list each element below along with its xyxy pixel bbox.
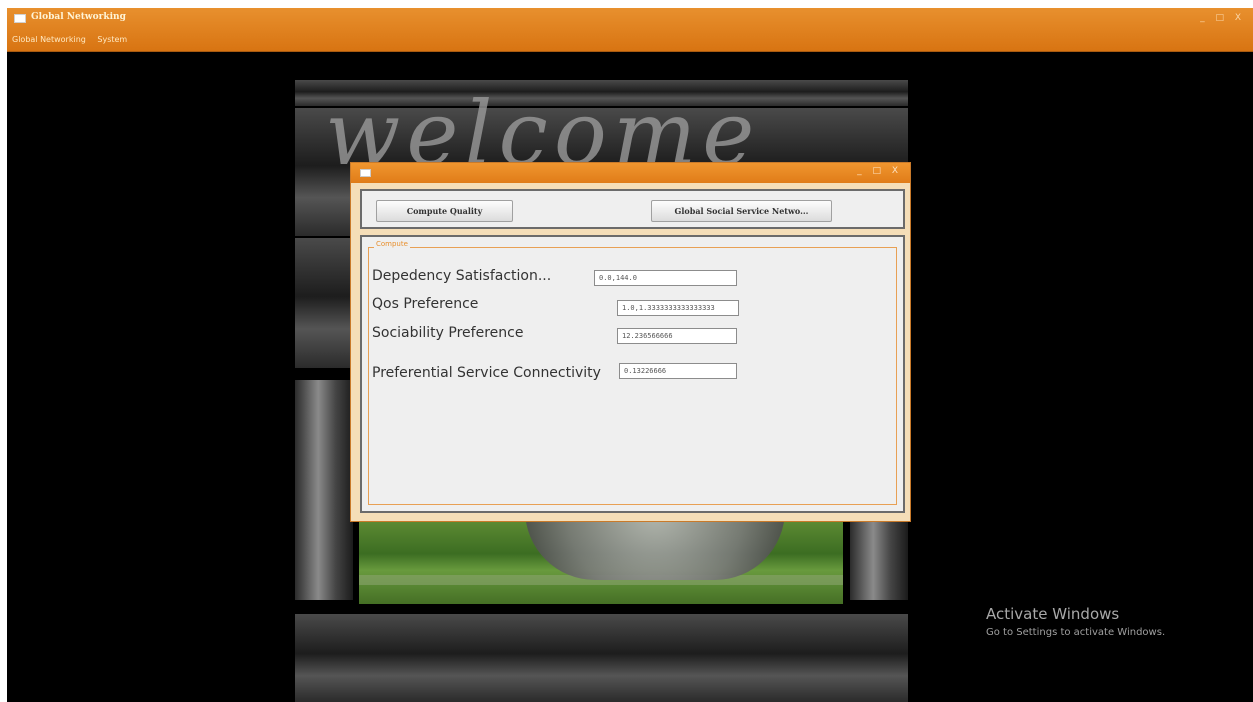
- qos-preference-field[interactable]: [617, 300, 739, 316]
- menubar: Global Networking System: [12, 35, 136, 44]
- dependency-satisfaction-label: Depedency Satisfaction...: [372, 268, 552, 284]
- activation-watermark-subtitle: Go to Settings to activate Windows.: [986, 627, 1166, 638]
- sociability-preference-label: Sociability Preference: [372, 325, 524, 341]
- dialog-window-icon: [360, 169, 371, 177]
- activation-watermark-title: Activate Windows: [986, 605, 1120, 623]
- app-window-icon: [14, 14, 26, 23]
- wood-post: [295, 380, 353, 600]
- preferential-service-connectivity-label: Preferential Service Connectivity: [372, 365, 601, 381]
- compute-quality-button[interactable]: Compute Quality: [376, 200, 513, 222]
- compute-panel: Compute Depedency Satisfaction... Qos Pr…: [360, 235, 905, 513]
- global-social-service-button[interactable]: Global Social Service Netwo...: [651, 200, 832, 222]
- preferential-service-connectivity-field[interactable]: [619, 363, 737, 379]
- compute-dialog: _ □ X Compute Quality Global Social Serv…: [350, 162, 911, 522]
- qos-preference-label: Qos Preference: [372, 296, 479, 312]
- dialog-titlebar[interactable]: _ □ X: [351, 163, 910, 183]
- compute-group-title: Compute: [374, 240, 410, 248]
- menu-system[interactable]: System: [97, 35, 127, 44]
- button-panel: Compute Quality Global Social Service Ne…: [360, 189, 905, 229]
- window-controls[interactable]: _ □ X: [1200, 13, 1245, 23]
- dependency-satisfaction-field[interactable]: [594, 270, 737, 286]
- menu-global-networking[interactable]: Global Networking: [12, 35, 86, 44]
- sociability-preference-field[interactable]: [617, 328, 737, 344]
- main-window-title: Global Networking: [31, 12, 126, 22]
- dialog-window-controls[interactable]: _ □ X: [857, 166, 902, 176]
- main-titlebar: Global Networking Global Networking Syst…: [7, 8, 1253, 52]
- wood-plank: [295, 614, 908, 702]
